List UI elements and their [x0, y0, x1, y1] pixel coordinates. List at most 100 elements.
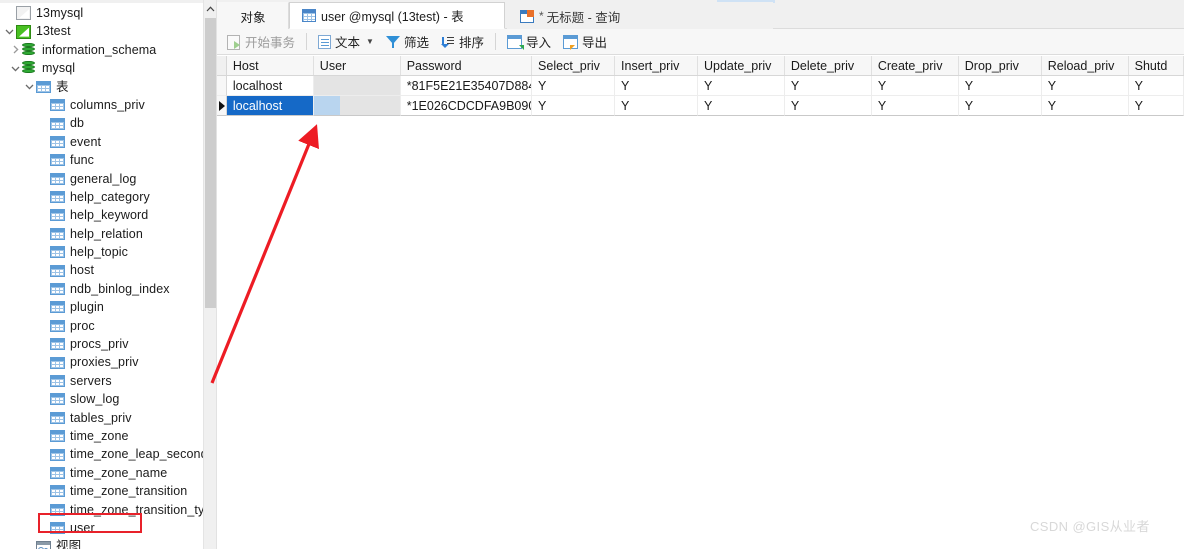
table-icon — [50, 503, 65, 516]
cell-update_priv[interactable]: Y — [697, 96, 785, 116]
chevron-down-icon[interactable]: ▼ — [366, 37, 374, 46]
tree-item-label: columns_priv — [70, 97, 145, 112]
row-indicator[interactable] — [217, 96, 227, 116]
cell-password[interactable]: *1E026CDCDFA9B090085( — [400, 96, 533, 116]
tree-item-general_log[interactable]: general_log — [0, 170, 203, 188]
tree-item-host[interactable]: host — [0, 261, 203, 279]
column-header-drop_priv[interactable]: Drop_priv — [958, 56, 1042, 75]
data-grid[interactable]: Host User Password Select_priv Insert_priv Up… — [217, 56, 1184, 549]
tab-query[interactable]: * 无标题 - 查询 — [507, 2, 773, 29]
grid-header-row[interactable]: Host User Password Select_priv Insert_priv Up… — [217, 56, 1184, 76]
cell-reload_priv[interactable]: Y — [1041, 76, 1129, 96]
cell-shutd[interactable]: Y — [1128, 96, 1184, 116]
table-icon — [50, 411, 65, 424]
column-header-shutd[interactable]: Shutd — [1128, 56, 1184, 75]
begin-transaction-button[interactable]: 开始事务 — [221, 31, 301, 53]
tree-item-time_zone_transition[interactable]: time_zone_transition — [0, 482, 203, 500]
column-header-insert_priv[interactable]: Insert_priv — [615, 56, 698, 75]
column-header-reload_priv[interactable]: Reload_priv — [1041, 56, 1129, 75]
cell-drop_priv[interactable]: Y — [958, 76, 1042, 96]
grid-toolbar[interactable]: 开始事务 文本 ▼ 筛选 排序 导入 导出 — [217, 29, 1184, 55]
tree-item-help_topic[interactable]: help_topic — [0, 243, 203, 261]
column-header-password[interactable]: Password — [400, 56, 533, 75]
cell-select_priv[interactable]: Y — [532, 76, 616, 96]
tab-bar[interactable]: 对象 user @mysql (13test) - 表 * 无标题 - 查询 — [217, 0, 1184, 29]
cell-create_priv[interactable]: Y — [871, 76, 959, 96]
tree-item-procs_priv[interactable]: procs_priv — [0, 335, 203, 353]
row-indicator[interactable] — [217, 76, 227, 96]
cell-password[interactable]: *81F5E21E35407D884A6C — [400, 76, 533, 96]
tree-twisty-icon[interactable] — [22, 83, 36, 90]
tree-item-plugin[interactable]: plugin — [0, 298, 203, 316]
tree-item-proxies_priv[interactable]: proxies_priv — [0, 353, 203, 371]
object-tree-sidebar[interactable]: 13mysql 13test information_schema mysql 表 col… — [0, 0, 203, 549]
export-button[interactable]: 导出 — [557, 31, 613, 53]
tree-item-13mysql[interactable]: 13mysql — [0, 4, 203, 22]
table-row[interactable]: localhost*81F5E21E35407D884A6CYYYYYYYY — [217, 76, 1184, 96]
cell-create_priv[interactable]: Y — [871, 96, 959, 116]
database-icon — [22, 42, 37, 57]
cell-user[interactable] — [313, 76, 401, 96]
tree-item-time_zone_leap_second[interactable]: time_zone_leap_second — [0, 445, 203, 463]
tree-item-tables_priv[interactable]: tables_priv — [0, 409, 203, 427]
text-button[interactable]: 文本 ▼ — [312, 31, 380, 53]
import-button[interactable]: 导入 — [501, 31, 557, 53]
tree-item-help_keyword[interactable]: help_keyword — [0, 206, 203, 224]
cell-host[interactable]: localhost — [226, 96, 314, 116]
column-header-create_priv[interactable]: Create_priv — [871, 56, 959, 75]
tree-item-mysql[interactable]: mysql — [0, 59, 203, 77]
cell-select_priv[interactable]: Y — [532, 96, 616, 116]
cell-user[interactable] — [313, 96, 401, 116]
cell-delete_priv[interactable]: Y — [784, 96, 872, 116]
tree-item-time_zone_transition_type[interactable]: time_zone_transition_type — [0, 501, 203, 519]
tree-item-表[interactable]: 表 — [0, 78, 203, 96]
grid-body[interactable]: localhost*81F5E21E35407D884A6CYYYYYYYYlo… — [217, 76, 1184, 116]
column-header-update_priv[interactable]: Update_priv — [697, 56, 785, 75]
filter-button[interactable]: 筛选 — [380, 31, 435, 53]
column-header-select_priv[interactable]: Select_priv — [532, 56, 616, 75]
sort-button[interactable]: 排序 — [435, 31, 490, 53]
tree-item-13test[interactable]: 13test — [0, 22, 203, 40]
cell-delete_priv[interactable]: Y — [784, 76, 872, 96]
sidebar-scrollbar-thumb[interactable] — [205, 18, 216, 308]
tree-item-ndb_binlog_index[interactable]: ndb_binlog_index — [0, 280, 203, 298]
tree-item-time_zone_name[interactable]: time_zone_name — [0, 464, 203, 482]
tree-item-proc[interactable]: proc — [0, 317, 203, 335]
text-icon — [318, 34, 332, 49]
tree-twisty-icon[interactable] — [2, 28, 16, 35]
tree-item-label: user — [70, 520, 95, 535]
cell-insert_priv[interactable]: Y — [615, 96, 698, 116]
tree-item-slow_log[interactable]: slow_log — [0, 390, 203, 408]
column-header-host[interactable]: Host — [226, 56, 314, 75]
tree-item-help_category[interactable]: help_category — [0, 188, 203, 206]
tree-item-func[interactable]: func — [0, 151, 203, 169]
tab-objects[interactable]: 对象 — [217, 2, 289, 29]
transaction-icon — [227, 34, 241, 50]
tree-twisty-icon[interactable] — [8, 45, 22, 54]
column-header-delete_priv[interactable]: Delete_priv — [784, 56, 872, 75]
tree-item-columns_priv[interactable]: columns_priv — [0, 96, 203, 114]
tree-item-视图[interactable]: 视图 — [0, 537, 203, 549]
tree-twisty-icon[interactable] — [8, 65, 22, 72]
tree-item-information_schema[interactable]: information_schema — [0, 41, 203, 59]
cell-insert_priv[interactable]: Y — [615, 76, 698, 96]
tree-item-help_relation[interactable]: help_relation — [0, 225, 203, 243]
tree-item-time_zone[interactable]: time_zone — [0, 427, 203, 445]
column-header-user[interactable]: User — [313, 56, 401, 75]
tree-item-user[interactable]: user — [0, 519, 203, 537]
cell-reload_priv[interactable]: Y — [1041, 96, 1129, 116]
tab-user-table[interactable]: user @mysql (13test) - 表 — [289, 2, 505, 29]
table-icon — [50, 485, 65, 498]
tree-item-servers[interactable]: servers — [0, 372, 203, 390]
cell-update_priv[interactable]: Y — [697, 76, 785, 96]
cell-drop_priv[interactable]: Y — [958, 96, 1042, 116]
tree-item-db[interactable]: db — [0, 114, 203, 132]
table-icon — [50, 356, 65, 369]
cell-shutd[interactable]: Y — [1128, 76, 1184, 96]
tree-item-label: help_category — [70, 189, 150, 204]
cell-host[interactable]: localhost — [226, 76, 314, 96]
table-row[interactable]: localhost*1E026CDCDFA9B090085(YYYYYYYY — [217, 96, 1184, 116]
tree-item-event[interactable]: event — [0, 133, 203, 151]
database-tree[interactable]: 13mysql 13test information_schema mysql 表 col… — [0, 4, 203, 549]
sidebar-scrollbar[interactable] — [203, 0, 217, 549]
